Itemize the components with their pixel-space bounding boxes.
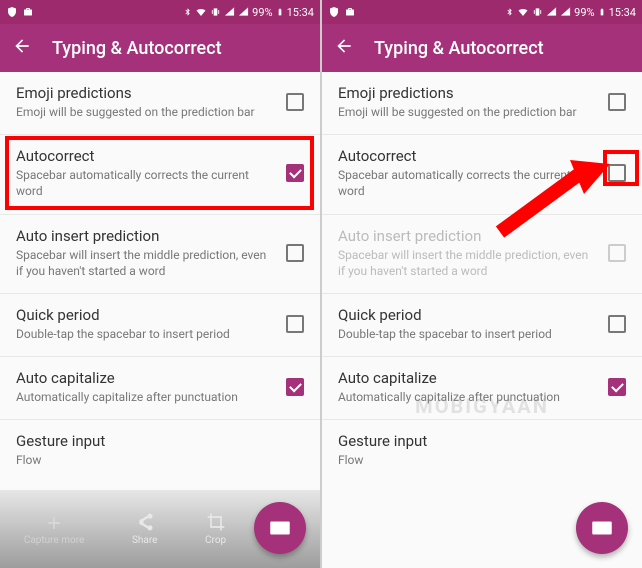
watermark: MOBIGYAAN: [415, 394, 549, 418]
page-title: Typing & Autocorrect: [374, 38, 544, 59]
battery-text: 99%: [252, 6, 272, 19]
row-title: Emoji predictions: [16, 84, 276, 102]
signal2-icon: [560, 6, 571, 18]
bluetooth-icon: [505, 6, 514, 18]
row-title: Auto insert prediction: [338, 227, 598, 245]
row-autocorrect[interactable]: Autocorrect Spacebar automatically correc…: [322, 135, 642, 214]
checkbox-period[interactable]: [286, 315, 304, 333]
row-title: Gesture input: [16, 432, 294, 450]
phone-left: 99% 15:34 Typing & Autocorrect Emoji pre…: [0, 0, 320, 568]
checkbox-period[interactable]: [608, 315, 626, 333]
keyboard-fab[interactable]: [576, 502, 628, 554]
vibrate-icon: [210, 6, 221, 18]
row-insert: Auto insert prediction Spacebar will inse…: [322, 215, 642, 294]
row-emoji[interactable]: Emoji predictions Emoji will be suggested…: [0, 72, 320, 135]
row-sub: Double-tap the spacebar to insert period: [338, 326, 598, 342]
crop-button[interactable]: Crop: [205, 512, 226, 546]
row-sub: Flow: [338, 452, 616, 468]
keyboard-fab[interactable]: [254, 502, 306, 554]
settings-list: Emoji predictions Emoji will be suggested…: [322, 72, 642, 483]
row-title: Quick period: [338, 306, 598, 324]
row-title: Gesture input: [338, 432, 616, 450]
page-title: Typing & Autocorrect: [52, 38, 222, 59]
row-period[interactable]: Quick period Double-tap the spacebar to i…: [0, 294, 320, 357]
share-button[interactable]: Share: [132, 512, 157, 546]
checkbox-insert: [608, 244, 626, 262]
row-gesture[interactable]: Gesture input Flow: [322, 420, 642, 482]
signal-icon: [224, 6, 235, 18]
briefcase-icon: [22, 6, 34, 18]
row-gesture[interactable]: Gesture input Flow: [0, 420, 320, 482]
row-title: Quick period: [16, 306, 276, 324]
row-autocorrect[interactable]: Autocorrect Spacebar automatically correc…: [0, 135, 320, 214]
row-sub: Double-tap the spacebar to insert period: [16, 326, 276, 342]
row-sub: Emoji will be suggested on the predictio…: [16, 104, 276, 120]
row-sub: Spacebar will insert the middle predicti…: [16, 247, 276, 279]
row-sub: Spacebar will insert the middle predicti…: [338, 247, 598, 279]
row-sub: Automatically capitalize after punctuati…: [16, 389, 276, 405]
checkbox-autocorrect[interactable]: [286, 164, 304, 182]
shield-icon: [6, 6, 18, 18]
toolbar: Typing & Autocorrect: [0, 24, 320, 72]
row-title: Auto capitalize: [16, 369, 276, 387]
bb-label: Capture more: [24, 536, 85, 546]
clock-text: 15:34: [609, 6, 636, 19]
shield-icon: [328, 6, 340, 18]
battery-icon: [598, 6, 606, 18]
row-sub: Emoji will be suggested on the predictio…: [338, 104, 598, 120]
clock-text: 15:34: [287, 6, 314, 19]
checkbox-insert[interactable]: [286, 244, 304, 262]
toolbar: Typing & Autocorrect: [322, 24, 642, 72]
briefcase-icon: [344, 6, 356, 18]
signal2-icon: [238, 6, 249, 18]
row-insert[interactable]: Auto insert prediction Spacebar will inse…: [0, 215, 320, 294]
battery-text: 99%: [574, 6, 594, 19]
wifi-icon: [517, 6, 529, 18]
battery-icon: [276, 6, 284, 18]
signal-icon: [546, 6, 557, 18]
checkbox-emoji[interactable]: [608, 93, 626, 111]
row-sub: Flow: [16, 452, 294, 468]
statusbar: 99% 15:34: [0, 0, 320, 24]
vibrate-icon: [532, 6, 543, 18]
checkbox-emoji[interactable]: [286, 93, 304, 111]
row-sub: Spacebar automatically corrects the curr…: [338, 167, 598, 199]
checkbox-autocorrect[interactable]: [608, 164, 626, 182]
bluetooth-icon: [183, 6, 192, 18]
row-title: Auto capitalize: [338, 369, 598, 387]
row-title: Emoji predictions: [338, 84, 598, 102]
capture-more-button[interactable]: Capture more: [24, 513, 85, 546]
back-icon[interactable]: [12, 36, 32, 60]
bb-label: Crop: [205, 535, 226, 546]
phone-right: 99% 15:34 Typing & Autocorrect Emoji pre…: [322, 0, 642, 568]
checkbox-capitalize[interactable]: [608, 378, 626, 396]
row-emoji[interactable]: Emoji predictions Emoji will be suggested…: [322, 72, 642, 135]
row-title: Autocorrect: [338, 147, 598, 165]
statusbar: 99% 15:34: [322, 0, 642, 24]
row-period[interactable]: Quick period Double-tap the spacebar to i…: [322, 294, 642, 357]
back-icon[interactable]: [334, 36, 354, 60]
row-title: Auto insert prediction: [16, 227, 276, 245]
checkbox-capitalize[interactable]: [286, 378, 304, 396]
wifi-icon: [195, 6, 207, 18]
bb-label: Share: [132, 535, 157, 546]
row-title: Autocorrect: [16, 147, 276, 165]
row-sub: Spacebar automatically corrects the curr…: [16, 167, 276, 199]
settings-list: Emoji predictions Emoji will be suggested…: [0, 72, 320, 483]
row-capitalize[interactable]: Auto capitalize Automatically capitalize …: [0, 357, 320, 420]
